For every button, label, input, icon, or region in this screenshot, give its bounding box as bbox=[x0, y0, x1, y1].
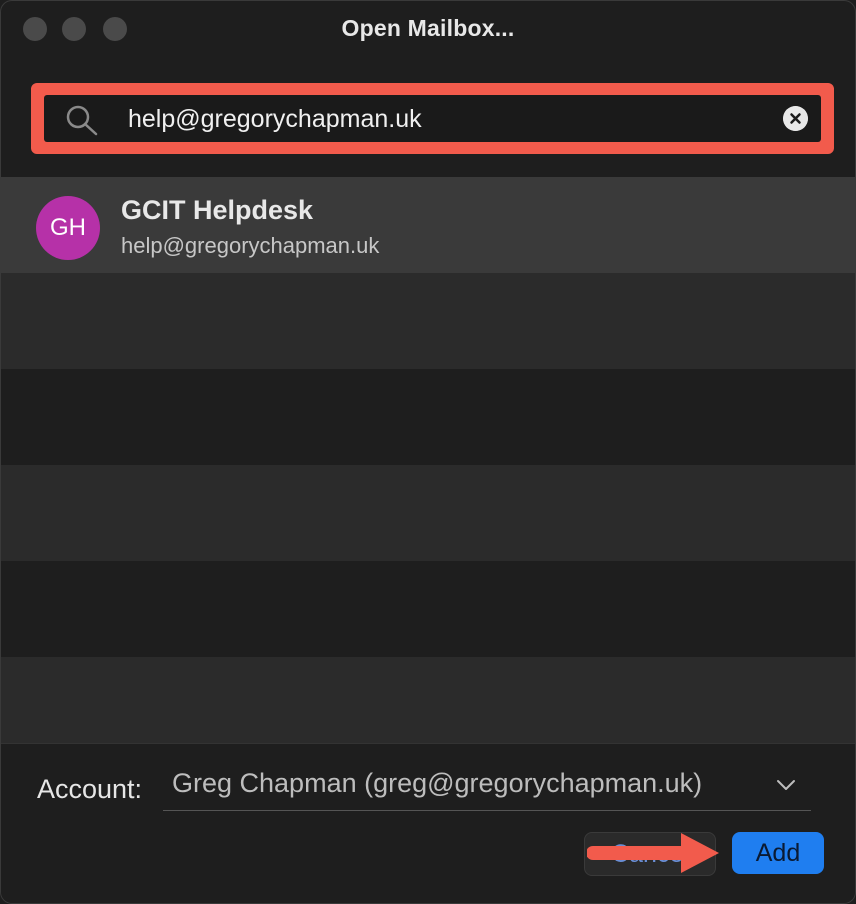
search-icon bbox=[66, 105, 98, 136]
open-mailbox-dialog: Open Mailbox... help@gregorychapman.uk G… bbox=[0, 0, 856, 904]
empty-row bbox=[1, 657, 855, 753]
search-highlight-box: help@gregorychapman.uk bbox=[31, 83, 834, 154]
account-value: Greg Chapman (greg@gregorychapman.uk) bbox=[172, 768, 703, 798]
title-bar: Open Mailbox... bbox=[1, 1, 855, 59]
annotation-arrow-icon bbox=[587, 833, 719, 873]
empty-row bbox=[1, 561, 855, 657]
search-field[interactable]: help@gregorychapman.uk bbox=[44, 95, 821, 142]
list-item[interactable]: GH GCIT Helpdesk help@gregorychapman.uk bbox=[1, 177, 855, 273]
empty-row bbox=[1, 465, 855, 561]
chevron-down-icon bbox=[777, 780, 795, 790]
search-input[interactable]: help@gregorychapman.uk bbox=[128, 105, 422, 134]
result-name: GCIT Helpdesk bbox=[121, 195, 314, 225]
empty-row bbox=[1, 273, 855, 369]
empty-row bbox=[1, 369, 855, 465]
avatar: GH bbox=[36, 196, 100, 260]
account-label: Account: bbox=[37, 774, 143, 804]
add-button[interactable]: Add bbox=[732, 832, 824, 874]
clear-search-icon[interactable] bbox=[783, 106, 808, 131]
window-title: Open Mailbox... bbox=[341, 15, 515, 41]
results-list: GH GCIT Helpdesk help@gregorychapman.uk bbox=[1, 177, 855, 753]
account-dropdown[interactable]: Greg Chapman (greg@gregorychapman.uk) bbox=[163, 766, 811, 811]
dialog-footer: Account: Greg Chapman (greg@gregorychapm… bbox=[1, 743, 855, 903]
result-email: help@gregorychapman.uk bbox=[121, 233, 380, 258]
